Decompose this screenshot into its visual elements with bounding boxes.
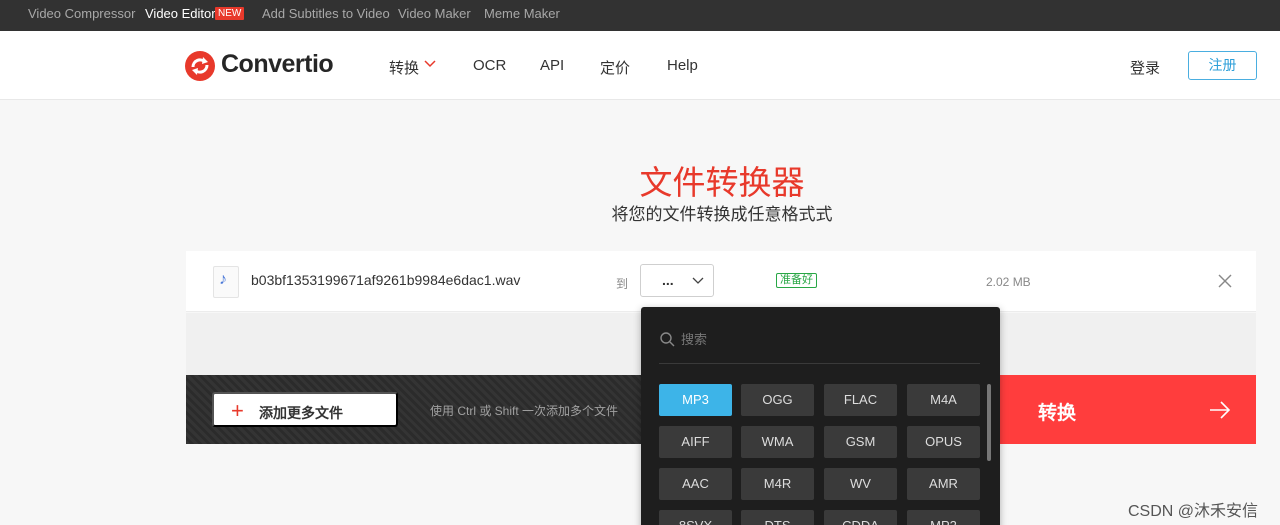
top-link-video-compressor[interactable]: Video Compressor <box>28 6 135 21</box>
logo-text[interactable]: Convertio <box>221 50 334 79</box>
top-link-meme-maker[interactable]: Meme Maker <box>484 6 560 21</box>
file-row: ♪ b03bf1353199671af9261b9984e6dac1.wav 到… <box>186 251 1256 312</box>
format-option-opus[interactable]: OPUS <box>907 426 980 458</box>
audio-file-icon: ♪ <box>213 266 239 298</box>
status-badge: 准备好 <box>776 273 817 288</box>
divider <box>659 363 980 364</box>
file-name: b03bf1353199671af9261b9984e6dac1.wav <box>251 272 521 288</box>
top-link-add-subtitles[interactable]: Add Subtitles to Video <box>262 6 390 21</box>
format-select-value: ... <box>662 272 674 288</box>
convertio-logo-icon[interactable] <box>185 51 215 81</box>
format-option-amr[interactable]: AMR <box>907 468 980 500</box>
format-search-input[interactable] <box>681 329 971 349</box>
chevron-down-icon[interactable] <box>424 60 436 68</box>
format-option-m4a[interactable]: M4A <box>907 384 980 416</box>
format-option-m4r[interactable]: M4R <box>741 468 814 500</box>
close-icon[interactable] <box>1218 274 1232 288</box>
nav-api[interactable]: API <box>540 57 564 74</box>
top-link-video-maker[interactable]: Video Maker <box>398 6 471 21</box>
to-label: 到 <box>616 277 629 291</box>
format-option-mp3[interactable]: MP3 <box>659 384 732 416</box>
format-option-wv[interactable]: WV <box>824 468 897 500</box>
format-option-8svx[interactable]: 8SVX <box>659 510 732 525</box>
page-title: 文件转换器 <box>639 164 805 201</box>
format-option-cdda[interactable]: CDDA <box>824 510 897 525</box>
add-more-files-label: 添加更多文件 <box>259 405 343 421</box>
format-option-mp2[interactable]: MP2 <box>907 510 980 525</box>
signup-button[interactable]: 注册 <box>1188 51 1257 80</box>
format-option-gsm[interactable]: GSM <box>824 426 897 458</box>
nav-pricing[interactable]: 定价 <box>600 57 630 78</box>
format-option-flac[interactable]: FLAC <box>824 384 897 416</box>
format-option-aac[interactable]: AAC <box>659 468 732 500</box>
top-link-video-editor[interactable]: Video Editor <box>145 6 216 21</box>
chevron-down-icon <box>692 277 704 284</box>
nav-convert[interactable]: 转换 <box>389 57 419 78</box>
arrow-right-icon <box>1210 401 1231 419</box>
convert-button[interactable]: 转换 <box>998 375 1256 444</box>
format-option-wma[interactable]: WMA <box>741 426 814 458</box>
nav-help[interactable]: Help <box>667 57 698 74</box>
site-header: Convertio 转换 OCR API 定价 Help 登录 注册 <box>0 31 1280 100</box>
format-select[interactable]: ... <box>640 264 714 297</box>
format-option-aiff[interactable]: AIFF <box>659 426 732 458</box>
dropdown-scrollbar[interactable] <box>987 384 991 461</box>
new-badge: NEW <box>215 7 245 20</box>
login-link[interactable]: 登录 <box>1130 57 1160 78</box>
page-subtitle: 将您的文件转换成任意格式式 <box>611 205 833 224</box>
add-more-files-button[interactable]: + 添加更多文件 <box>212 392 398 427</box>
search-icon <box>660 332 675 347</box>
nav-ocr[interactable]: OCR <box>473 57 506 74</box>
format-dropdown: MP3 OGG FLAC M4A AIFF WMA GSM OPUS AAC M… <box>641 307 1000 525</box>
plus-icon: + <box>231 398 244 423</box>
watermark: CSDN @沐禾安信 <box>1128 503 1259 520</box>
top-promo-bar: Video Compressor Video Editor NEW Add Su… <box>0 0 1280 31</box>
convert-label: 转换 <box>1038 403 1077 424</box>
format-option-dts[interactable]: DTS <box>741 510 814 525</box>
file-size: 2.02 MB <box>986 275 1031 289</box>
format-option-ogg[interactable]: OGG <box>741 384 814 416</box>
multi-select-hint: 使用 Ctrl 或 Shift 一次添加多个文件 <box>430 404 619 418</box>
